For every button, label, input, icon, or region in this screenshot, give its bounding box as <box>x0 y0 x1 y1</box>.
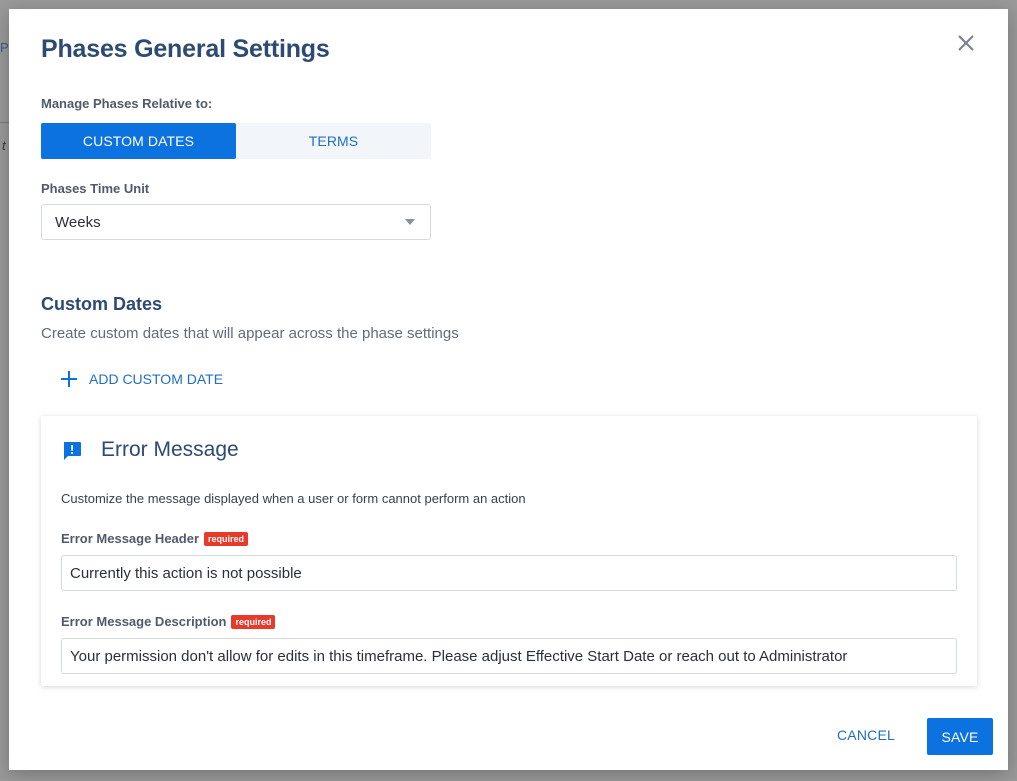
error-description-label: Error Message Description required <box>61 614 276 629</box>
close-icon <box>958 35 974 51</box>
required-badge: required <box>204 531 249 546</box>
error-description-label-text: Error Message Description <box>61 614 227 629</box>
error-description-input[interactable] <box>61 638 957 674</box>
error-message-card: Error Message Customize the message disp… <box>41 416 977 686</box>
close-button[interactable] <box>955 32 977 54</box>
time-unit-select[interactable]: Weeks <box>41 204 431 240</box>
cancel-button[interactable]: CANCEL <box>837 727 895 743</box>
plus-icon <box>61 371 77 387</box>
error-message-description: Customize the message displayed when a u… <box>61 491 526 506</box>
add-custom-date-button[interactable]: ADD CUSTOM DATE <box>61 371 223 387</box>
custom-dates-description: Create custom dates that will appear acr… <box>41 325 459 342</box>
feedback-icon <box>64 442 81 460</box>
error-message-title: Error Message <box>101 438 239 461</box>
custom-dates-title: Custom Dates <box>41 294 163 314</box>
relative-to-label: Manage Phases Relative to: <box>41 96 213 111</box>
error-header-input[interactable] <box>61 555 957 591</box>
terms-toggle-button[interactable]: TERMS <box>236 123 431 159</box>
error-header-label: Error Message Header required <box>61 531 249 546</box>
background-text-fragment: t <box>2 138 6 153</box>
relative-to-toggle: CUSTOM DATES TERMS <box>41 123 431 159</box>
time-unit-label: Phases Time Unit <box>41 181 150 196</box>
required-badge: required <box>231 614 276 629</box>
phases-settings-modal: Phases General Settings Manage Phases Re… <box>9 9 1008 770</box>
error-header-label-text: Error Message Header <box>61 531 200 546</box>
caret-down-icon <box>405 219 415 225</box>
background-divider <box>0 122 9 123</box>
modal-title: Phases General Settings <box>41 35 330 63</box>
add-custom-date-label: ADD CUSTOM DATE <box>89 371 224 387</box>
save-button[interactable]: SAVE <box>927 718 993 755</box>
time-unit-value: Weeks <box>55 214 101 231</box>
custom-dates-toggle-button[interactable]: CUSTOM DATES <box>41 123 236 159</box>
